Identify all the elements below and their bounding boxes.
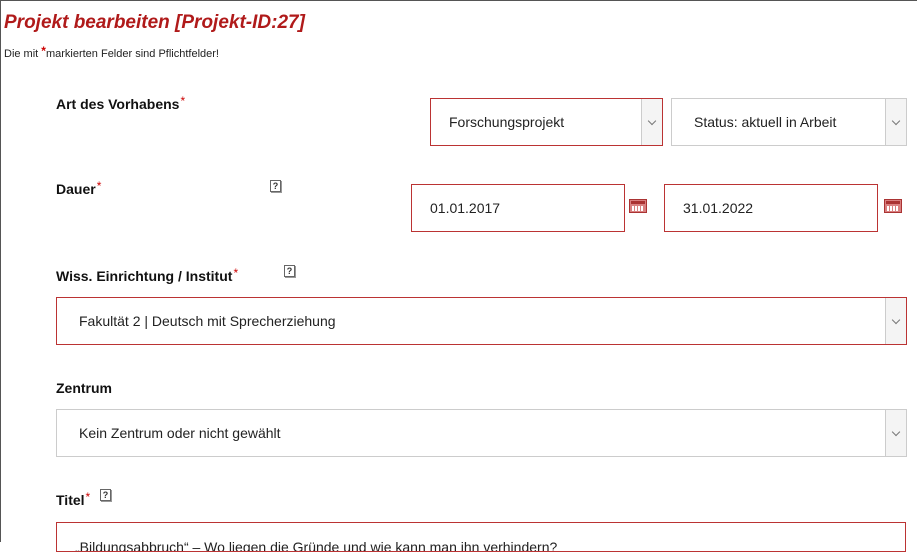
required-note: Die mit *markierten Felder sind Pflichtf…	[4, 44, 219, 60]
einrichtung-select[interactable]: Fakultät 2 | Deutsch mit Sprecherziehung	[56, 297, 907, 345]
page-title: Projekt bearbeiten [Projekt-ID:27]	[4, 12, 305, 33]
required-star: *	[41, 44, 46, 58]
dauer-label-text: Dauer	[56, 181, 96, 197]
einrichtung-label-text: Wiss. Einrichtung / Institut	[56, 268, 233, 284]
help-icon[interactable]: ?	[284, 265, 295, 277]
required-marker: *	[233, 266, 239, 280]
end-date-value: 31.01.2022	[683, 200, 754, 216]
note-suffix: markierten Felder sind Pflichtfelder!	[45, 48, 219, 60]
art-label: Art des Vorhabens*	[56, 94, 186, 112]
art-label-text: Art des Vorhabens	[56, 96, 180, 112]
required-marker: *	[180, 94, 186, 108]
chevron-down-icon[interactable]	[885, 410, 906, 456]
status-select-value: Status: aktuell in Arbeit	[694, 114, 837, 130]
titel-input-value: „Bildungsabbruch“ – Wo liegen die Gründe…	[75, 539, 558, 552]
status-select[interactable]: Status: aktuell in Arbeit	[671, 98, 907, 146]
help-icon[interactable]: ?	[270, 180, 281, 192]
calendar-icon[interactable]	[884, 199, 902, 213]
chevron-down-icon[interactable]	[885, 99, 906, 145]
required-marker: *	[96, 179, 102, 193]
zentrum-select[interactable]: Kein Zentrum oder nicht gewählt	[56, 409, 907, 457]
end-date-input[interactable]: 31.01.2022	[664, 184, 878, 232]
zentrum-label: Zentrum	[56, 380, 112, 396]
chevron-down-icon[interactable]	[885, 298, 906, 344]
chevron-down-icon[interactable]	[641, 99, 662, 145]
titel-input[interactable]: „Bildungsabbruch“ – Wo liegen die Gründe…	[56, 522, 906, 552]
titel-label: Titel*	[56, 490, 91, 508]
start-date-value: 01.01.2017	[430, 200, 501, 216]
titel-label-text: Titel	[56, 492, 85, 508]
dauer-label: Dauer*	[56, 179, 102, 197]
einrichtung-select-value: Fakultät 2 | Deutsch mit Sprecherziehung	[79, 313, 336, 329]
help-icon[interactable]: ?	[100, 489, 111, 501]
zentrum-select-value: Kein Zentrum oder nicht gewählt	[79, 425, 281, 441]
calendar-icon[interactable]	[629, 199, 647, 213]
note-prefix: Die mit	[4, 48, 42, 60]
einrichtung-label: Wiss. Einrichtung / Institut*	[56, 266, 239, 284]
art-select-value: Forschungsprojekt	[449, 114, 565, 130]
art-select[interactable]: Forschungsprojekt	[430, 98, 663, 146]
required-marker: *	[85, 490, 91, 504]
start-date-input[interactable]: 01.01.2017	[411, 184, 625, 232]
